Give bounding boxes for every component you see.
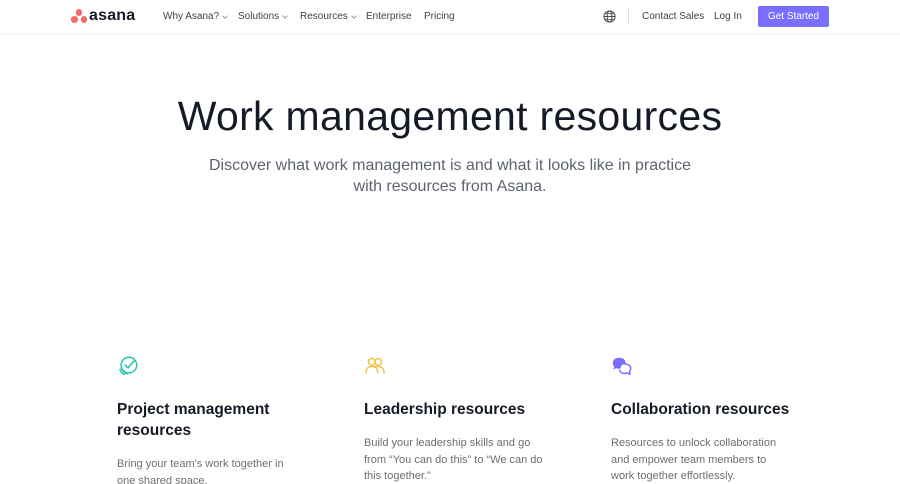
page-subtitle: Discover what work management is and wha… — [209, 157, 691, 195]
page-title: Work management resources — [177, 93, 723, 139]
nav-divider — [628, 8, 629, 25]
card-collaboration[interactable]: Collaboration resources Resources to unl… — [611, 355, 791, 484]
nav-resources-label: Resources — [300, 11, 348, 22]
asana-logo[interactable]: asana — [71, 8, 135, 24]
people-icon — [365, 357, 385, 374]
nav-resources[interactable]: Resources — [300, 10, 357, 23]
card-title: Leadership resources — [364, 401, 526, 418]
chevron-down-icon — [222, 12, 228, 19]
card-project-management[interactable]: Project management resources Bring your … — [117, 355, 297, 484]
nav-pricing-label: Pricing — [424, 11, 455, 22]
logo-wordmark: asana — [89, 7, 136, 24]
nav-solutions-label: Solutions — [238, 11, 280, 22]
chevron-down-icon — [282, 12, 288, 19]
checkmark-circle-icon — [119, 356, 138, 376]
card-title: Collaboration resources — [611, 401, 790, 418]
nav-solutions[interactable]: Solutions — [238, 10, 288, 23]
nav-enterprise[interactable]: Enterprise — [366, 10, 412, 23]
chat-bubbles-icon — [612, 357, 632, 375]
top-navbar: asana Why Asana? Solutions Resources Ent… — [0, 0, 900, 33]
card-leadership[interactable]: Leadership resources Build your leadersh… — [364, 355, 544, 484]
nav-why-asana[interactable]: Why Asana? — [163, 10, 228, 23]
card-title: Project management resources — [117, 401, 270, 439]
card-description: Bring your team's work together in one s… — [117, 458, 284, 484]
asana-logo-icon — [71, 9, 87, 23]
nav-why-asana-label: Why Asana? — [163, 11, 220, 22]
globe-icon[interactable] — [603, 10, 616, 23]
get-started-button[interactable]: Get Started — [758, 6, 829, 27]
log-in-link[interactable]: Log In — [714, 10, 742, 23]
card-description: Build your leadership skills and go from… — [364, 437, 543, 482]
contact-sales-link[interactable]: Contact Sales — [642, 10, 704, 23]
nav-pricing[interactable]: Pricing — [424, 10, 455, 23]
chevron-down-icon — [350, 12, 357, 19]
card-description: Resources to unlock collaboration and em… — [611, 437, 777, 482]
nav-enterprise-label: Enterprise — [366, 11, 412, 22]
